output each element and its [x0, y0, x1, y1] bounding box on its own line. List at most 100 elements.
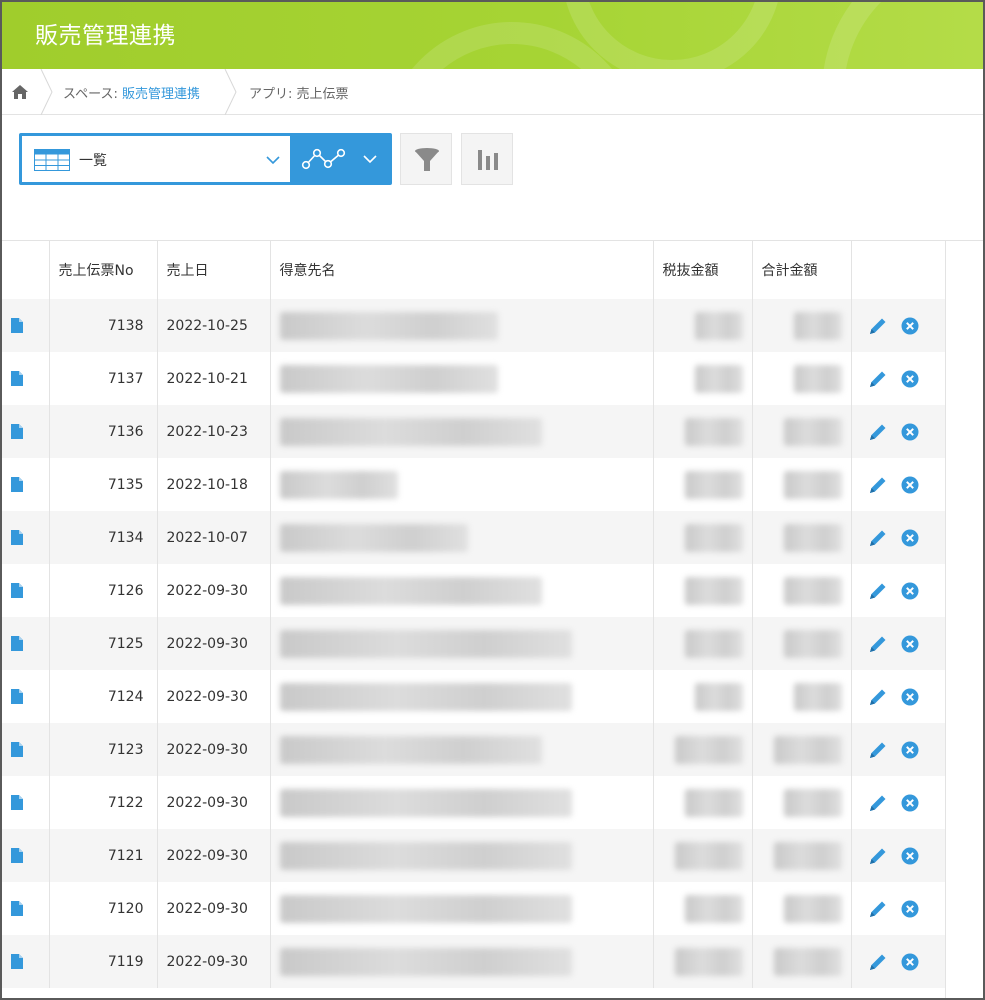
row-actions [851, 723, 946, 776]
edit-pencil-icon[interactable] [867, 633, 889, 655]
edit-pencil-icon[interactable] [867, 845, 889, 867]
delete-icon[interactable] [901, 953, 919, 971]
delete-icon[interactable] [901, 317, 919, 335]
edit-pencil-icon[interactable] [867, 368, 889, 390]
record-no: 7125 [49, 617, 158, 670]
delete-icon[interactable] [901, 476, 919, 494]
document-icon[interactable] [11, 742, 23, 757]
delete-icon[interactable] [901, 423, 919, 441]
delete-icon[interactable] [901, 582, 919, 600]
table-row[interactable]: 7122 2022-09-30 [2, 776, 946, 829]
subtotal-redacted [653, 352, 753, 405]
chevron-down-icon [363, 155, 377, 164]
row-detail-cell[interactable] [2, 882, 50, 935]
breadcrumb-space: スペース: 販売管理連携 [63, 83, 200, 102]
document-icon[interactable] [11, 689, 23, 704]
home-icon[interactable] [11, 84, 29, 100]
edit-pencil-icon[interactable] [867, 474, 889, 496]
row-detail-cell[interactable] [2, 511, 50, 564]
edit-pencil-icon[interactable] [867, 315, 889, 337]
row-detail-cell[interactable] [2, 352, 50, 405]
document-icon[interactable] [11, 795, 23, 810]
view-dropdown[interactable]: 一覧 [22, 136, 290, 182]
column-header-date[interactable]: 売上日 [157, 241, 271, 299]
edit-pencil-icon[interactable] [867, 898, 889, 920]
column-header-total[interactable]: 合計金額 [752, 241, 852, 299]
row-detail-cell[interactable] [2, 299, 50, 352]
table-row[interactable]: 7119 2022-09-30 [2, 935, 946, 988]
row-detail-cell[interactable] [2, 564, 50, 617]
document-icon[interactable] [11, 636, 23, 651]
subtotal-redacted [653, 723, 753, 776]
row-detail-cell[interactable] [2, 405, 50, 458]
table-row[interactable]: 7123 2022-09-30 [2, 723, 946, 776]
row-actions [851, 405, 946, 458]
breadcrumb-space-label: スペース: [63, 87, 122, 102]
subtotal-redacted [653, 829, 753, 882]
graph-settings-button[interactable] [461, 133, 513, 185]
column-header-subtotal[interactable]: 税抜金額 [653, 241, 753, 299]
row-detail-cell[interactable] [2, 617, 50, 670]
table-row[interactable]: 7137 2022-10-21 [2, 352, 946, 405]
delete-icon[interactable] [901, 847, 919, 865]
document-icon[interactable] [11, 530, 23, 545]
row-detail-cell[interactable] [2, 776, 50, 829]
row-detail-cell[interactable] [2, 458, 50, 511]
record-no: 7138 [49, 299, 158, 352]
edit-pencil-icon[interactable] [867, 739, 889, 761]
breadcrumb-space-link[interactable]: 販売管理連携 [122, 87, 200, 102]
edit-pencil-icon[interactable] [867, 421, 889, 443]
delete-icon[interactable] [901, 741, 919, 759]
document-icon[interactable] [11, 371, 23, 386]
breadcrumb-app: アプリ: 売上伝票 [249, 83, 349, 102]
document-icon[interactable] [11, 954, 23, 969]
delete-icon[interactable] [901, 900, 919, 918]
edit-pencil-icon[interactable] [867, 580, 889, 602]
row-detail-cell[interactable] [2, 829, 50, 882]
total-redacted [752, 829, 852, 882]
column-header-no[interactable]: 売上伝票No [49, 241, 158, 299]
graph-view-button[interactable] [293, 133, 392, 185]
view-select: 一覧 [19, 133, 392, 185]
table-row[interactable]: 7121 2022-09-30 [2, 829, 946, 882]
document-icon[interactable] [11, 848, 23, 863]
delete-icon[interactable] [901, 635, 919, 653]
sale-date: 2022-09-30 [157, 829, 271, 882]
filter-button[interactable] [400, 133, 452, 185]
row-detail-cell[interactable] [2, 935, 50, 988]
row-actions [851, 299, 946, 352]
delete-icon[interactable] [901, 794, 919, 812]
column-header-customer[interactable]: 得意先名 [270, 241, 654, 299]
table-row[interactable]: 7120 2022-09-30 [2, 882, 946, 935]
document-icon[interactable] [11, 583, 23, 598]
table-row[interactable]: 7126 2022-09-30 [2, 564, 946, 617]
filter-icon [415, 148, 439, 171]
customer-name-redacted [270, 405, 654, 458]
table-row[interactable]: 7135 2022-10-18 [2, 458, 946, 511]
table-row[interactable]: 7136 2022-10-23 [2, 405, 946, 458]
sale-date: 2022-09-30 [157, 723, 271, 776]
row-detail-cell[interactable] [2, 723, 50, 776]
delete-icon[interactable] [901, 688, 919, 706]
row-detail-cell[interactable] [2, 670, 50, 723]
sale-date: 2022-10-21 [157, 352, 271, 405]
table-row[interactable]: 7125 2022-09-30 [2, 617, 946, 670]
table-row[interactable]: 7134 2022-10-07 [2, 511, 946, 564]
edit-pencil-icon[interactable] [867, 686, 889, 708]
table-row[interactable]: 7138 2022-10-25 [2, 299, 946, 352]
customer-name-redacted [270, 511, 654, 564]
total-redacted [752, 299, 852, 352]
total-redacted [752, 882, 852, 935]
document-icon[interactable] [11, 318, 23, 333]
document-icon[interactable] [11, 477, 23, 492]
delete-icon[interactable] [901, 370, 919, 388]
document-icon[interactable] [11, 424, 23, 439]
edit-pencil-icon[interactable] [867, 792, 889, 814]
edit-pencil-icon[interactable] [867, 527, 889, 549]
table-view-icon [34, 149, 70, 171]
table-row[interactable]: 7124 2022-09-30 [2, 670, 946, 723]
document-icon[interactable] [11, 901, 23, 916]
edit-pencil-icon[interactable] [867, 951, 889, 973]
delete-icon[interactable] [901, 529, 919, 547]
sale-date: 2022-09-30 [157, 776, 271, 829]
